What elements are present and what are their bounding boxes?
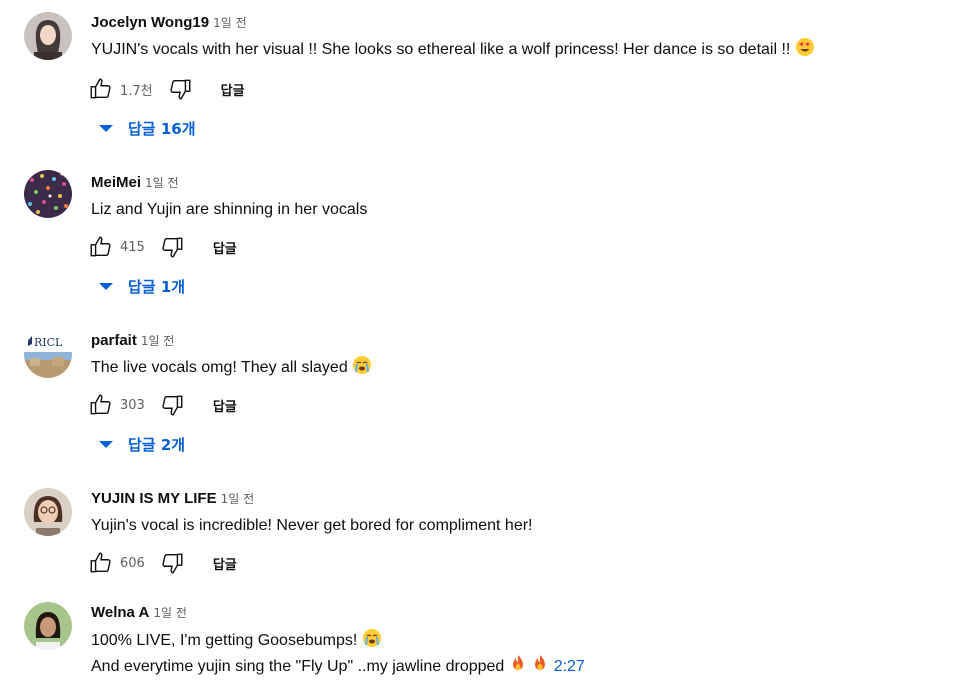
reply-button[interactable]: 답글 xyxy=(213,396,237,415)
comment-text: Liz and Yujin are shinning in her vocals xyxy=(91,197,367,223)
author-name[interactable]: Jocelyn Wong19 xyxy=(91,14,209,31)
comment-line: The live vocals omg! They all slayed xyxy=(91,359,348,376)
action-bar: 606 답글 xyxy=(88,549,237,577)
author-name[interactable]: YUJIN IS MY LIFE xyxy=(91,490,217,507)
thumbs-up-icon[interactable] xyxy=(88,392,114,418)
comment-time[interactable]: 1일 전 xyxy=(221,492,255,506)
caret-down-icon xyxy=(99,282,113,290)
fire-emoji-icon xyxy=(509,654,527,683)
avatar-logo-text: RICL xyxy=(34,336,63,349)
avatar[interactable] xyxy=(24,170,72,218)
avatar-photo xyxy=(24,488,72,536)
like-count: 303 xyxy=(120,397,145,413)
reply-button[interactable]: 답글 xyxy=(213,554,237,573)
comment-line: YUJIN's vocals with her visual !! She lo… xyxy=(91,41,791,58)
like-count: 1.7천 xyxy=(120,83,153,99)
comment-header: Welna A 1일 전 xyxy=(91,604,187,622)
reply-button[interactable]: 답글 xyxy=(221,80,245,99)
crying-emoji-icon xyxy=(362,628,382,657)
avatar-photo xyxy=(24,12,72,60)
reply-button[interactable]: 답글 xyxy=(213,238,237,257)
avatar[interactable] xyxy=(24,488,72,536)
heart-eyes-emoji-icon xyxy=(795,37,815,66)
comment-time[interactable]: 1일 전 xyxy=(141,334,175,348)
view-replies-button[interactable]: 답글 16개 xyxy=(96,118,196,139)
comment-line: Liz and Yujin are shinning in her vocals xyxy=(91,201,368,218)
like-count: 415 xyxy=(120,239,145,255)
view-replies-button[interactable]: 답글 1개 xyxy=(96,276,185,297)
avatar-photo: RICL xyxy=(24,330,72,378)
replies-count: 답글 2개 xyxy=(128,436,186,454)
comment-header: YUJIN IS MY LIFE 1일 전 xyxy=(91,490,254,508)
comment-time[interactable]: 1일 전 xyxy=(153,606,187,620)
comment-time[interactable]: 1일 전 xyxy=(213,16,247,30)
thumbs-up-icon[interactable] xyxy=(88,234,114,260)
avatar[interactable] xyxy=(24,12,72,60)
action-bar: 303 답글 xyxy=(88,391,237,419)
comment-header: MeiMei 1일 전 xyxy=(91,174,179,192)
comment-line: And everytime yujin sing the "Fly Up" ..… xyxy=(91,658,505,675)
avatar-photo xyxy=(24,602,72,650)
replies-count: 답글 1개 xyxy=(128,278,186,296)
caret-down-icon xyxy=(99,440,113,448)
comment-header: Jocelyn Wong19 1일 전 xyxy=(91,14,247,32)
thumbs-up-icon[interactable] xyxy=(88,550,114,576)
thumbs-down-icon[interactable] xyxy=(167,76,193,102)
author-name[interactable]: MeiMei xyxy=(91,174,141,191)
comment-text: YUJIN's vocals with her visual !! She lo… xyxy=(91,37,815,66)
comment-text: And everytime yujin sing the "Fly Up" ..… xyxy=(91,654,585,683)
comment-text: The live vocals omg! They all slayed xyxy=(91,355,372,384)
avatar-photo xyxy=(24,170,72,218)
comment-text: 100% LIVE, I'm getting Goosebumps! xyxy=(91,628,382,657)
author-name[interactable]: Welna A xyxy=(91,604,149,621)
like-count: 606 xyxy=(120,555,145,571)
caret-down-icon xyxy=(99,124,113,132)
avatar[interactable]: RICL xyxy=(24,330,72,378)
avatar[interactable] xyxy=(24,602,72,650)
comment-line: Yujin's vocal is incredible! Never get b… xyxy=(91,517,533,534)
thumbs-down-icon[interactable] xyxy=(159,550,185,576)
timestamp-link[interactable]: 2:27 xyxy=(554,658,585,675)
fire-emoji-icon xyxy=(531,654,549,683)
thumbs-down-icon[interactable] xyxy=(159,392,185,418)
replies-count: 답글 16개 xyxy=(128,120,196,138)
comment-time[interactable]: 1일 전 xyxy=(145,176,179,190)
thumbs-down-icon[interactable] xyxy=(159,234,185,260)
comment-line: 100% LIVE, I'm getting Goosebumps! xyxy=(91,632,358,649)
comment-header: parfait 1일 전 xyxy=(91,332,174,350)
author-name[interactable]: parfait xyxy=(91,332,137,349)
action-bar: 1.7천 답글 xyxy=(88,75,245,103)
action-bar: 415 답글 xyxy=(88,233,237,261)
crying-emoji-icon xyxy=(352,355,372,384)
comments-section: Jocelyn Wong19 1일 전 YUJIN's vocals with h… xyxy=(0,0,960,690)
view-replies-button[interactable]: 답글 2개 xyxy=(96,434,185,455)
thumbs-up-icon[interactable] xyxy=(88,76,114,102)
comment-text: Yujin's vocal is incredible! Never get b… xyxy=(91,513,532,539)
